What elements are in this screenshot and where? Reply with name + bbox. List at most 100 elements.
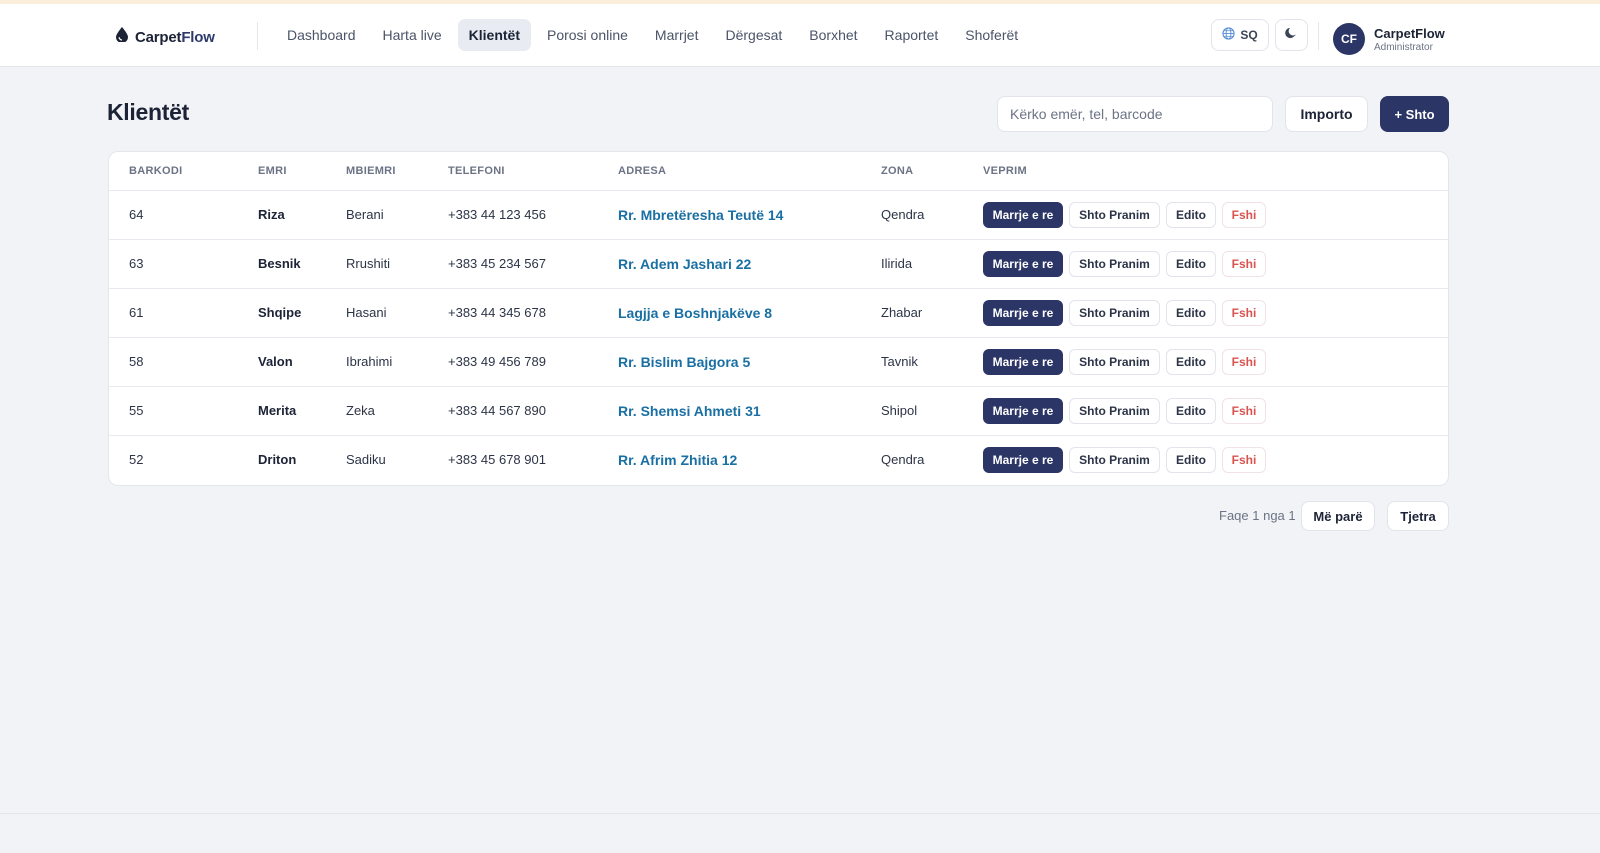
actions-cell: Marrje e re Shto Pranim Edito Fshi xyxy=(983,238,1448,288)
add-receipt-button[interactable]: Shto Pranim xyxy=(1069,299,1160,326)
zone-cell: Qendra xyxy=(881,207,925,222)
add-receipt-button[interactable]: Shto Pranim xyxy=(1069,348,1160,375)
new-pickup-button[interactable]: Marrje e re xyxy=(983,446,1063,473)
table-row: 61 Shqipe Hasani +383 44 345 678 Lagjja e Bo… xyxy=(109,287,1448,337)
actions-cell: Marrje e re Shto Pranim Edito Fshi xyxy=(983,287,1448,337)
language-button[interactable]: SQ xyxy=(1211,19,1269,51)
delete-button[interactable]: Fshi xyxy=(1222,397,1266,424)
table-body: 64 Riza Berani +383 44 123 456 Rr. Mbretëres… xyxy=(109,190,1448,484)
nav-divider xyxy=(257,22,258,50)
previous-page-button[interactable]: Më parë xyxy=(1301,501,1375,531)
delete-button[interactable]: Fshi xyxy=(1222,201,1266,228)
first-name-cell: Besnik xyxy=(258,238,346,288)
barcode-cell: 64 xyxy=(129,207,144,222)
new-pickup-button[interactable]: Marrje e re xyxy=(983,397,1063,424)
address-link[interactable]: Rr. Bislim Bajgora 5 xyxy=(618,336,881,386)
add-client-button[interactable]: + Shto xyxy=(1380,96,1449,132)
nav-item-0[interactable]: Dashboard xyxy=(276,19,367,51)
column-header-first-name: EMRI xyxy=(258,152,346,191)
nav-item-5[interactable]: Dërgesat xyxy=(714,19,793,51)
phone-cell: +383 44 567 890 xyxy=(448,385,618,435)
first-name-cell: Merita xyxy=(258,385,346,435)
moon-icon xyxy=(1285,26,1298,44)
next-page-button[interactable]: Tjetra xyxy=(1387,501,1449,531)
brand-name-part2: Flow xyxy=(181,28,215,46)
nav-item-7[interactable]: Raportet xyxy=(874,19,950,51)
edit-button[interactable]: Edito xyxy=(1166,397,1216,424)
last-name-cell: Rrushiti xyxy=(346,238,448,288)
column-header-barcode: BARKODI xyxy=(109,152,258,191)
actions-cell: Marrje e re Shto Pranim Edito Fshi xyxy=(983,190,1448,239)
nav-item-2[interactable]: Klientët xyxy=(457,19,531,51)
add-receipt-button[interactable]: Shto Pranim xyxy=(1069,397,1160,424)
first-name-cell: Valon xyxy=(258,336,346,386)
delete-button[interactable]: Fshi xyxy=(1222,250,1266,277)
search-input[interactable] xyxy=(997,96,1273,132)
last-name-cell: Berani xyxy=(346,207,384,222)
barcode-cell: 52 xyxy=(109,434,258,484)
column-header-actions: VEPRIM xyxy=(983,152,1448,191)
edit-button[interactable]: Edito xyxy=(1166,250,1216,277)
row-actions: Marrje e re Shto Pranim Edito Fshi xyxy=(983,299,1448,326)
top-navbar: CarpetFlow Dashboard Harta live Klientët Po… xyxy=(0,4,1600,67)
new-pickup-button[interactable]: Marrje e re xyxy=(983,250,1063,277)
theme-toggle-button[interactable] xyxy=(1275,19,1308,51)
column-header-last-name: MBIEMRI xyxy=(346,152,448,191)
barcode-cell: 63 xyxy=(109,238,258,288)
footer-divider xyxy=(0,813,1600,814)
first-name-cell: Driton xyxy=(258,434,346,484)
column-header-phone: TELEFONI xyxy=(448,152,618,191)
nav-item-1[interactable]: Harta live xyxy=(372,19,453,51)
nav-item-6[interactable]: Borxhet xyxy=(798,19,868,51)
nav-item-3[interactable]: Porosi online xyxy=(536,19,639,51)
address-link[interactable]: Rr. Afrim Zhitia 12 xyxy=(618,434,881,484)
clients-table: BARKODI EMRI MBIEMRI TELEFONI ADRESA ZON… xyxy=(109,152,1448,484)
last-name-cell: Ibrahimi xyxy=(346,336,448,386)
delete-button[interactable]: Fshi xyxy=(1222,446,1266,473)
address-link[interactable]: Rr. Shemsi Ahmeti 31 xyxy=(618,385,881,435)
address-link[interactable]: Rr. Adem Jashari 22 xyxy=(618,238,881,288)
table-row: 52 Driton Sadiku +383 45 678 901 Rr. Afrim Z… xyxy=(109,434,1448,484)
new-pickup-button[interactable]: Marrje e re xyxy=(983,201,1063,228)
nav-item-8[interactable]: Shoferët xyxy=(954,19,1029,51)
add-receipt-button[interactable]: Shto Pranim xyxy=(1069,201,1160,228)
add-receipt-button[interactable]: Shto Pranim xyxy=(1069,250,1160,277)
clients-table-card: BARKODI EMRI MBIEMRI TELEFONI ADRESA ZON… xyxy=(108,151,1449,486)
add-receipt-button[interactable]: Shto Pranim xyxy=(1069,446,1160,473)
actions-cell: Marrje e re Shto Pranim Edito Fshi xyxy=(983,336,1448,386)
new-pickup-button[interactable]: Marrje e re xyxy=(983,348,1063,375)
import-button[interactable]: Importo xyxy=(1285,96,1368,132)
avatar[interactable]: CF xyxy=(1333,23,1365,55)
delete-button[interactable]: Fshi xyxy=(1222,348,1266,375)
row-actions: Marrje e re Shto Pranim Edito Fshi xyxy=(983,397,1448,424)
drop-icon xyxy=(116,27,128,47)
address-link[interactable]: Lagjja e Boshnjakëve 8 xyxy=(618,287,881,337)
phone-cell: +383 45 678 901 xyxy=(448,434,618,484)
brand-name-part1: Carpet xyxy=(135,28,182,46)
row-actions: Marrje e re Shto Pranim Edito Fshi xyxy=(983,250,1448,277)
nav-item-4[interactable]: Marrjet xyxy=(644,19,710,51)
new-pickup-button[interactable]: Marrje e re xyxy=(983,299,1063,326)
row-actions: Marrje e re Shto Pranim Edito Fshi xyxy=(983,201,1448,228)
table-row: 55 Merita Zeka +383 44 567 890 Rr. Shemsi Ah… xyxy=(109,385,1448,435)
edit-button[interactable]: Edito xyxy=(1166,348,1216,375)
table-row: 58 Valon Ibrahimi +383 49 456 789 Rr. Bislim… xyxy=(109,336,1448,386)
barcode-cell: 55 xyxy=(109,385,258,435)
edit-button[interactable]: Edito xyxy=(1166,299,1216,326)
user-role: Administrator xyxy=(1374,42,1433,53)
last-name-cell: Hasani xyxy=(346,287,448,337)
main-nav: Dashboard Harta live Klientët Porosi online… xyxy=(276,19,1034,51)
brand-name: CarpetFlow xyxy=(135,29,215,46)
column-header-address: ADRESA xyxy=(618,152,881,191)
edit-button[interactable]: Edito xyxy=(1166,446,1216,473)
address-link[interactable]: Rr. Mbretëresha Teutë 14 xyxy=(618,190,881,239)
edit-button[interactable]: Edito xyxy=(1166,201,1216,228)
delete-button[interactable]: Fshi xyxy=(1222,299,1266,326)
zone-cell: Shipol xyxy=(881,385,983,435)
page-title: Klientët xyxy=(107,99,189,125)
phone-cell: +383 49 456 789 xyxy=(448,336,618,386)
brand-logo[interactable]: CarpetFlow xyxy=(116,27,215,47)
actions-cell: Marrje e re Shto Pranim Edito Fshi xyxy=(983,434,1448,484)
globe-icon xyxy=(1222,27,1235,43)
actions-cell: Marrje e re Shto Pranim Edito Fshi xyxy=(983,385,1448,435)
